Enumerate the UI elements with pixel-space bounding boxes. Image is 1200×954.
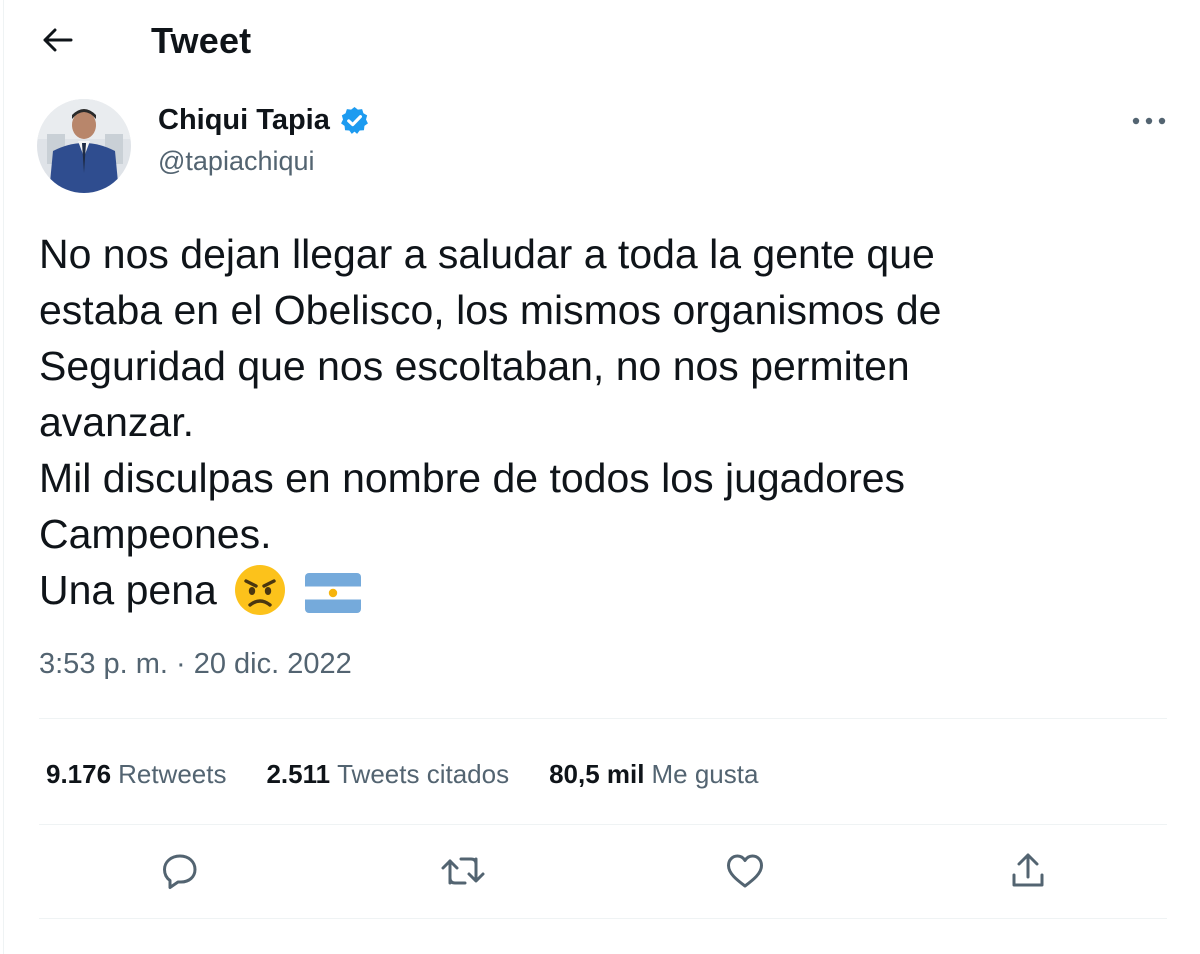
- retweets-count: 9.176: [46, 758, 112, 789]
- page-header: Tweet: [0, 0, 1200, 82]
- tweet-line-last: Una pena: [39, 562, 1169, 618]
- frame-edge: [3, 0, 4, 954]
- quote-tweets-label: Tweets citados: [337, 758, 510, 789]
- reply-button[interactable]: [155, 846, 205, 896]
- tweet-line: No nos dejan llegar a saludar a toda la …: [39, 231, 935, 277]
- likes-label: Me gusta: [651, 758, 759, 789]
- quote-tweets-stat[interactable]: 2.511 Tweets citados: [266, 759, 509, 790]
- retweets-stat[interactable]: 9.176 Retweets: [46, 759, 226, 790]
- likes-count: 80,5 mil: [549, 758, 645, 789]
- share-icon: [1012, 853, 1044, 887]
- tweet-line: avanzar.: [39, 399, 194, 445]
- tweet-timestamp[interactable]: 3:53 p. m. · 20 dic. 2022: [39, 648, 352, 681]
- verified-badge-icon: [340, 106, 368, 134]
- heart-icon: [727, 854, 763, 888]
- page-title: Tweet: [151, 20, 252, 61]
- divider: [39, 918, 1167, 919]
- divider: [39, 824, 1167, 825]
- like-button[interactable]: [720, 846, 770, 896]
- retweet-button[interactable]: [438, 846, 488, 896]
- avatar[interactable]: [37, 99, 131, 193]
- argentina-flag-emoji-icon: [304, 573, 361, 613]
- tweet-line: estaba en el Obelisco, los mismos organi…: [39, 287, 942, 333]
- likes-stat[interactable]: 80,5 mil Me gusta: [549, 759, 758, 790]
- author-name[interactable]: Chiqui Tapia: [158, 104, 370, 137]
- back-button[interactable]: [34, 18, 82, 62]
- more-options-button[interactable]: [1126, 104, 1172, 138]
- engagement-stats: 9.176 Retweets 2.511 Tweets citados 80,5…: [46, 756, 798, 792]
- tweet-line-text: Una pena: [39, 567, 217, 613]
- quote-tweets-count: 2.511: [266, 758, 331, 789]
- more-horizontal-icon: [1132, 117, 1166, 125]
- retweet-icon: [441, 857, 485, 885]
- angry-face-emoji-icon: [235, 565, 286, 615]
- author-name-label: Chiqui Tapia: [158, 104, 330, 136]
- arrow-left-icon: [43, 28, 73, 52]
- retweets-label: Retweets: [118, 758, 227, 789]
- tweet-line: Campeones.: [39, 511, 272, 557]
- share-button[interactable]: [1003, 846, 1053, 896]
- tweet-text: No nos dejan llegar a saludar a toda la …: [39, 226, 1169, 618]
- author-handle[interactable]: @tapiachiqui: [158, 146, 315, 177]
- reply-icon: [163, 854, 197, 889]
- tweet-line: Seguridad que nos escoltaban, no nos per…: [39, 343, 910, 389]
- tweet-line: Mil disculpas en nombre de todos los jug…: [39, 455, 906, 501]
- divider: [39, 718, 1167, 719]
